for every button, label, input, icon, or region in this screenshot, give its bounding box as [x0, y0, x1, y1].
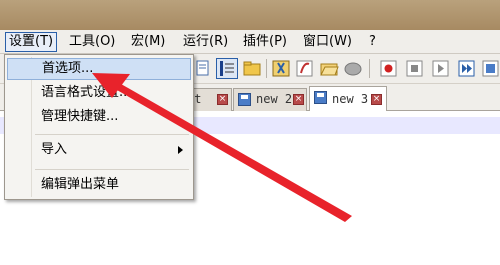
save-icon — [238, 93, 251, 106]
tab-label: new 2 — [256, 92, 293, 106]
menu-bar: 设置(T) 工具(O) 宏(M) 运行(R) 插件(P) 窗口(W) ? — [0, 30, 500, 54]
menu-item-style-configurator[interactable]: 语言格式设置... — [7, 82, 191, 104]
submenu-arrow-icon — [178, 146, 183, 154]
close-icon[interactable]: × — [371, 94, 382, 105]
indent-guide-icon[interactable] — [216, 58, 238, 79]
menu-window[interactable]: 窗口(W) — [300, 33, 355, 51]
menu-item-edit-popup-menu[interactable]: 编辑弹出菜单 — [7, 174, 191, 196]
close-icon[interactable]: × — [217, 94, 228, 105]
menu-tools[interactable]: 工具(O) — [66, 33, 118, 51]
bookmark-icon[interactable] — [270, 58, 292, 79]
settings-icon[interactable] — [342, 58, 364, 79]
play-icon[interactable] — [430, 58, 452, 79]
save-icon — [314, 91, 327, 104]
tab-new-3[interactable]: new 3 × — [309, 86, 387, 112]
menu-settings[interactable]: 设置(T) — [5, 32, 58, 52]
tab-label: new 3 — [332, 92, 369, 106]
menu-macro[interactable]: 宏(M) — [128, 33, 168, 51]
doc-icon[interactable] — [192, 58, 214, 79]
menu-item-preferences[interactable]: 首选项... — [7, 58, 191, 80]
function-icon[interactable] — [294, 58, 316, 79]
menu-item-import[interactable]: 导入 — [7, 139, 191, 161]
play-multiple-icon[interactable] — [456, 58, 478, 79]
tab-new-2[interactable]: new 2 × — [233, 88, 307, 111]
folder-open-icon[interactable] — [318, 58, 340, 79]
menu-plugins[interactable]: 插件(P) — [240, 33, 290, 51]
stop-icon[interactable] — [404, 58, 426, 79]
close-icon[interactable]: × — [293, 94, 304, 105]
save-macro-icon[interactable] — [480, 58, 500, 79]
menu-run[interactable]: 运行(R) — [180, 33, 231, 51]
menu-item-shortcut-mapper[interactable]: 管理快捷键... — [7, 106, 191, 128]
settings-dropdown-menu: 首选项... 语言格式设置... 管理快捷键... 导入 编辑弹出菜单 — [4, 54, 194, 200]
record-icon[interactable] — [378, 58, 400, 79]
menu-help[interactable]: ? — [366, 33, 379, 51]
folder-icon[interactable] — [241, 58, 263, 79]
window-title-bar — [0, 0, 500, 30]
